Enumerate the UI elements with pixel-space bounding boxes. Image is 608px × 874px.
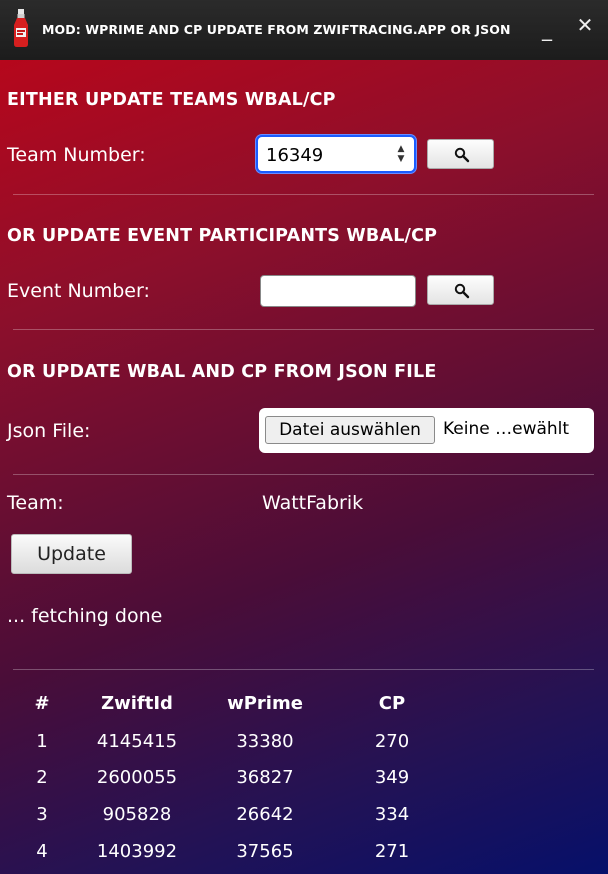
event-search-button[interactable] [427,275,494,305]
file-status-text: Keine …ewählt [443,419,570,439]
divider [13,669,594,670]
cell-index: 3 [36,804,48,825]
header-cp: CP [378,693,406,714]
magnifier-icon [454,283,470,299]
window-title: MOD: WPRIME AND CP UPDATE FROM ZWIFTRACI… [42,22,511,37]
event-section-heading: OR UPDATE EVENT PARTICIPANTS WBAL/CP [7,226,438,246]
team-name-value: WattFabrik [262,492,364,514]
cell-cp: 271 [374,841,410,862]
json-section-heading: OR UPDATE WBAL AND CP FROM JSON FILE [7,362,437,382]
divider [13,329,594,330]
team-number-input[interactable]: 16349 ▲ ▼ [256,135,416,173]
magnifier-icon [454,147,470,163]
app-window: MOD: WPRIME AND CP UPDATE FROM ZWIFTRACI… [0,0,608,874]
cell-zwiftid: 4145415 [96,731,178,752]
status-text: ... fetching done [7,605,163,627]
minimize-button[interactable]: _ [532,12,562,42]
close-button[interactable]: ✕ [570,12,600,42]
cell-cp: 334 [374,804,410,825]
cell-index: 1 [36,731,48,752]
team-number-label: Team Number: [7,144,146,166]
cell-index: 2 [36,767,48,788]
event-number-label: Event Number: [7,280,150,302]
json-file-label: Json File: [7,420,91,442]
choose-file-button[interactable]: Datei auswählen [265,416,435,444]
cell-wprime: 36827 [236,767,294,788]
title-bar[interactable]: MOD: WPRIME AND CP UPDATE FROM ZWIFTRACI… [0,0,608,60]
cell-wprime: 33380 [236,731,294,752]
app-bottle-icon [14,9,28,47]
team-section-heading: EITHER UPDATE TEAMS WBAL/CP [7,90,336,110]
spin-updown-icon[interactable]: ▲ ▼ [396,144,406,164]
divider [13,474,594,475]
header-index: # [34,693,50,714]
header-zwiftid: ZwiftId [101,693,173,714]
cell-cp: 270 [374,731,410,752]
header-wprime: wPrime [227,693,303,714]
team-number-value: 16349 [266,145,324,166]
cell-wprime: 37565 [236,841,294,862]
cell-wprime: 26642 [236,804,294,825]
cell-cp: 349 [374,767,410,788]
event-number-input[interactable] [260,275,416,307]
json-file-input[interactable]: Datei auswählen Keine …ewählt [259,408,594,453]
divider [13,194,594,195]
cell-index: 4 [36,841,48,862]
cell-zwiftid: 2600055 [96,767,178,788]
team-search-button[interactable] [427,139,494,169]
cell-zwiftid: 905828 [102,804,172,825]
main-content: EITHER UPDATE TEAMS WBAL/CP Team Number:… [0,60,608,874]
update-button[interactable]: Update [11,534,132,574]
cell-zwiftid: 1403992 [96,841,178,862]
team-label: Team: [7,492,64,514]
